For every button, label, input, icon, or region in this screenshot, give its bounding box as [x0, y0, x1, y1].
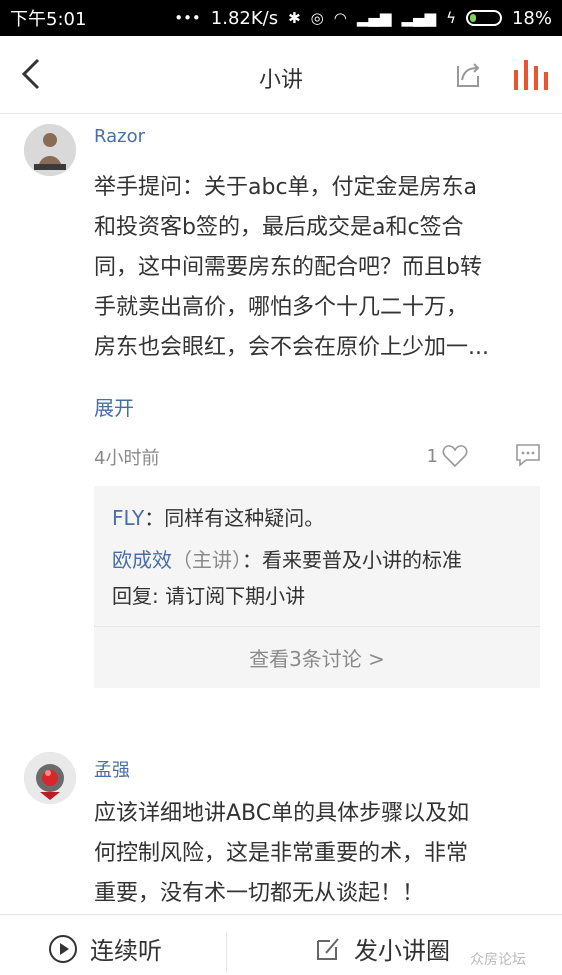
nav-bar: 小讲: [0, 36, 562, 114]
wifi-icon: ◠: [333, 9, 347, 27]
reply-role: （主讲）: [172, 548, 242, 572]
heart-icon: [442, 445, 468, 468]
reply-author[interactable]: FLY: [112, 506, 144, 530]
watermark: 众房论坛: [470, 952, 526, 968]
comment-line: 举手提问：关于abc单，付定金是房东a: [94, 175, 478, 200]
reply-item[interactable]: FLY：同样有这种疑问。: [94, 500, 540, 536]
view-more-discussions[interactable]: 查看3条讨论 >: [94, 627, 540, 688]
post-circle-label: 发小讲圈: [354, 937, 450, 965]
expand-link[interactable]: 展开: [94, 392, 134, 421]
reply-text: 回复: 请订阅下期小讲: [112, 584, 306, 608]
net-speed: 1.82K/s: [210, 7, 279, 29]
comment-meta: 4小时前 1: [94, 440, 542, 470]
like-button[interactable]: 1: [427, 444, 468, 468]
comment-line: 应该详细地讲ABC单的具体步骤以及如: [94, 801, 470, 826]
share-icon[interactable]: [452, 58, 484, 90]
signal-icon-2: ▂▄▆: [401, 9, 437, 27]
reply-sep: ：: [242, 548, 262, 572]
comment-line: 和投资客b签的，最后成交是a和c签合: [94, 215, 464, 240]
comment-item: Razor 举手提问：关于abc单，付定金是房东a 和投资客b签的，最后成交是a…: [0, 114, 562, 714]
comment-reply-icon[interactable]: [514, 442, 542, 468]
reply-text: 同样有这种疑问。: [164, 506, 325, 530]
divider: [226, 933, 227, 973]
continuous-play-button[interactable]: 连续听: [48, 931, 162, 966]
like-count: 1: [426, 445, 438, 467]
comment-time: 4小时前: [94, 448, 160, 469]
battery-icon: [465, 10, 502, 26]
status-time: 下午5:01: [10, 9, 87, 30]
charging-icon: ϟ: [446, 9, 456, 27]
comment-item: 孟强 应该详细地讲ABC单的具体步骤以及如 何控制风险，这是非常重要的术，非常 …: [0, 740, 562, 914]
avatar[interactable]: [24, 752, 76, 804]
replies-box: FLY：同样有这种疑问。 欧成效（主讲）：看来要普及小讲的标准 回复: 请订阅下…: [94, 486, 540, 688]
reply-sep: ：: [144, 506, 165, 530]
reply-text: 看来要普及小讲的标准: [262, 548, 462, 572]
alarm-icon: ◎: [310, 9, 324, 27]
comment-line: 房东也会眼红，会不会在原价上少加一...: [94, 335, 489, 360]
bluetooth-icon: ✱: [288, 9, 301, 27]
audio-bars-icon[interactable]: [512, 54, 550, 92]
comment-body: 举手提问：关于abc单，付定金是房东a 和投资客b签的，最后成交是a和c签合 同…: [94, 168, 542, 368]
reply-item[interactable]: 回复: 请订阅下期小讲: [94, 578, 540, 614]
comment-line: 手就卖出高价，哪怕多个十几二十万，: [94, 295, 469, 320]
edit-icon: [317, 937, 339, 960]
status-right: ••• 1.82K/s ✱ ◎ ◠ ▂▄▆ ▂▄▆ ϟ 18%: [174, 8, 552, 29]
avatar[interactable]: [24, 124, 76, 176]
status-bar: 下午5:01 ••• 1.82K/s ✱ ◎ ◠ ▂▄▆ ▂▄▆ ϟ 18%: [0, 0, 562, 36]
more-dots-icon: •••: [174, 9, 201, 27]
comment-author[interactable]: Razor: [94, 126, 145, 147]
post-circle-button[interactable]: 发小讲圈: [314, 931, 450, 966]
signal-icon: ▂▄▆: [356, 9, 392, 27]
reply-item[interactable]: 欧成效（主讲）：看来要普及小讲的标准: [94, 542, 540, 578]
reply-author[interactable]: 欧成效: [112, 548, 172, 572]
comment-author[interactable]: 孟强: [94, 756, 130, 782]
comment-line: 同，这中间需要房东的配合吧？而且b转: [94, 255, 482, 280]
comment-line: 重要，没有术一切都无从谈起！！: [94, 881, 425, 906]
battery-percent: 18%: [511, 7, 552, 29]
comment-line: 何控制风险，这是非常重要的术，非常: [94, 841, 469, 866]
play-circle-icon: [49, 934, 77, 963]
comment-body: 应该详细地讲ABC单的具体步骤以及如 何控制风险，这是非常重要的术，非常 重要，…: [94, 794, 542, 914]
continuous-play-label: 连续听: [90, 937, 162, 965]
